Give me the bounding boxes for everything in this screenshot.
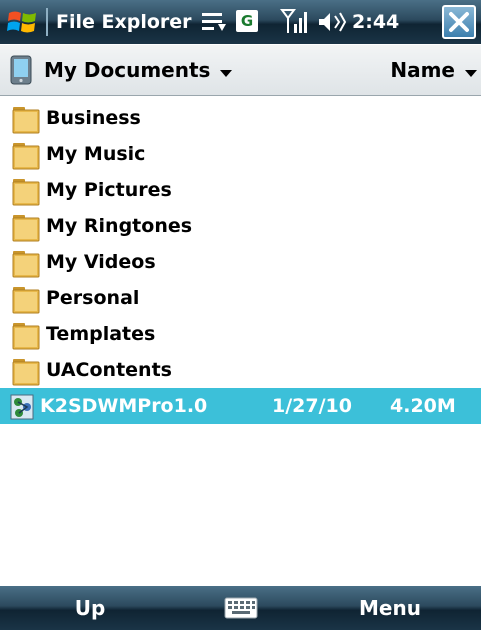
keyboard-icon[interactable] <box>224 596 258 620</box>
windows-start-icon[interactable] <box>6 5 40 39</box>
folder-label: My Ringtones <box>46 215 193 237</box>
file-item-selected[interactable]: K2SDWMPro1.0 1/27/10 4.20M <box>0 388 481 424</box>
close-icon <box>449 12 469 32</box>
network-g-icon[interactable]: G <box>236 10 258 32</box>
file-date: 1/27/10 <box>272 395 352 417</box>
sort-dropdown[interactable]: Name <box>390 45 477 95</box>
clock: 2:44 <box>352 11 400 33</box>
folder-item-templates[interactable]: Templates <box>0 316 481 352</box>
folder-icon <box>12 107 40 134</box>
folder-item-personal[interactable]: Personal <box>0 280 481 316</box>
folder-label: Business <box>46 107 141 129</box>
folder-header-bar: My Documents Name <box>0 45 481 96</box>
folder-item-business[interactable]: Business <box>0 100 481 136</box>
folder-icon <box>12 287 40 314</box>
device-icon <box>10 55 32 85</box>
chevron-down-icon <box>465 69 477 77</box>
folder-dropdown[interactable]: My Documents <box>44 45 233 95</box>
app-title: File Explorer <box>56 11 192 33</box>
folder-label: My Videos <box>46 251 156 273</box>
file-name: K2SDWMPro1.0 <box>40 395 208 417</box>
folder-label: UAContents <box>46 359 172 381</box>
folder-item-my-ringtones[interactable]: My Ringtones <box>0 208 481 244</box>
folder-item-uacontents[interactable]: UAContents <box>0 352 481 388</box>
folder-dropdown-label: My Documents <box>44 58 211 82</box>
folder-label: My Music <box>46 143 146 165</box>
folder-item-my-videos[interactable]: My Videos <box>0 244 481 280</box>
folder-icon <box>12 143 40 170</box>
folder-item-my-music[interactable]: My Music <box>0 136 481 172</box>
installer-file-icon <box>10 394 34 420</box>
folder-label: Templates <box>46 323 156 345</box>
menu-softkey[interactable]: Menu <box>330 586 450 630</box>
connectivity-icon[interactable] <box>200 10 228 34</box>
close-button[interactable] <box>442 5 476 39</box>
folder-icon <box>12 251 40 278</box>
chevron-down-icon <box>220 69 233 77</box>
up-softkey[interactable]: Up <box>40 586 140 630</box>
folder-label: Personal <box>46 287 140 309</box>
volume-icon[interactable] <box>316 10 348 34</box>
folder-label: My Pictures <box>46 179 172 201</box>
file-size: 4.20M <box>390 395 456 417</box>
folder-icon <box>12 179 40 206</box>
folder-item-my-pictures[interactable]: My Pictures <box>0 172 481 208</box>
softkey-bar: Up Menu <box>0 586 481 630</box>
file-list: Business My Music My Pictures My Rington… <box>0 100 481 424</box>
folder-icon <box>12 323 40 350</box>
signal-strength-icon[interactable] <box>280 6 310 36</box>
sort-dropdown-label: Name <box>390 58 455 82</box>
folder-icon <box>12 359 40 386</box>
title-separator <box>46 8 48 36</box>
title-bar: File Explorer G 2:44 <box>0 0 481 44</box>
folder-icon <box>12 215 40 242</box>
